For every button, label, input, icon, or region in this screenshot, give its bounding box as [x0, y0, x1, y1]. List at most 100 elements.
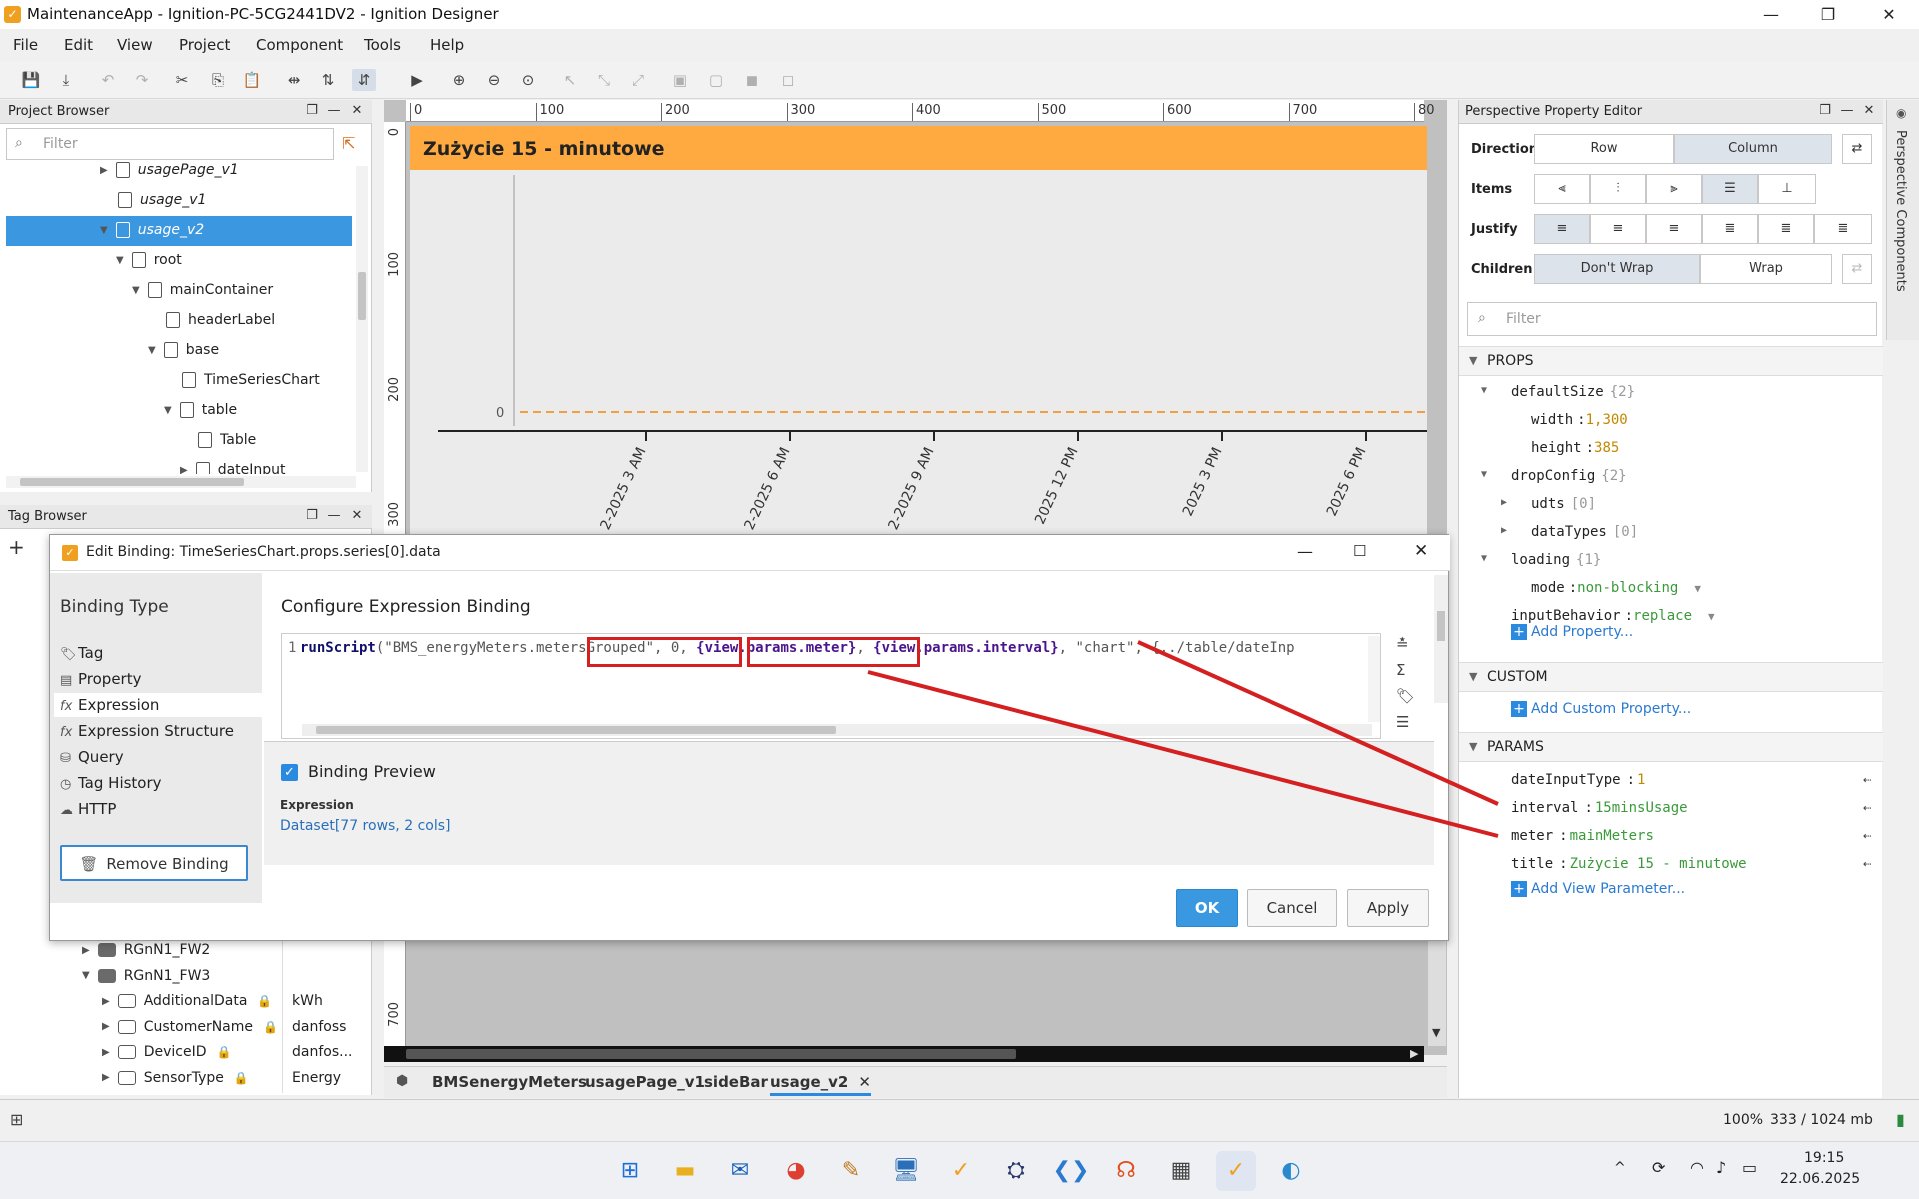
copy-icon[interactable]: ⎘	[206, 69, 230, 91]
preview-play-icon[interactable]: ▶	[405, 69, 429, 91]
canvas-vscroll[interactable]: ▼	[1428, 934, 1446, 1046]
param-binding-arrow-icon[interactable]: ⇠	[1863, 856, 1871, 872]
prop-row[interactable]: ▼loadingloading{1}	[1459, 550, 1883, 572]
minimize-panel-icon[interactable]: —	[326, 103, 342, 119]
ok-button[interactable]: OK	[1176, 889, 1238, 927]
outlook-icon[interactable]: ✉	[720, 1151, 760, 1191]
add-view-parameter-link[interactable]: + Add View Parameter...	[1511, 881, 1685, 897]
tree-row[interactable]: ▼ base	[6, 336, 352, 366]
expand-right-icon[interactable]: ▶	[1501, 497, 1507, 508]
zoom-fit-icon[interactable]: ⊙	[516, 69, 540, 91]
add-custom-property-link[interactable]: + Add Custom Property...	[1511, 701, 1691, 717]
expand-down-icon[interactable]: ▼	[100, 225, 108, 236]
param-value[interactable]: 1	[1637, 772, 1645, 788]
header-label[interactable]: Zużycie 15 - minutowe	[410, 126, 1427, 170]
time-series-chart[interactable]: 0 2-2025 3 AM 2-2025 6 AM 2-2025 9 AM 2025 1…	[410, 170, 1427, 534]
binding-type-expression-structure[interactable]: fx Expression Structure	[54, 719, 262, 743]
cut-icon[interactable]: ✂	[170, 69, 194, 91]
ignition-designer-icon[interactable]: ✓	[1216, 1151, 1256, 1191]
justify-end-icon[interactable]: ≡	[1646, 214, 1702, 244]
property-filter-input[interactable]: ⌕ Filter	[1467, 302, 1877, 336]
preview-checkbox[interactable]: ✓	[281, 764, 298, 781]
param-row[interactable]: meter: mainMeters ⇠	[1459, 826, 1883, 848]
param-value[interactable]: Zużycie 15 - minutowe	[1570, 856, 1747, 872]
clock-time[interactable]: 19:15	[1804, 1150, 1844, 1166]
tag-row[interactable]: ▶ RGnN1_FW2	[6, 939, 366, 964]
collapse-icon[interactable]: ▼	[1481, 469, 1487, 480]
tree-row[interactable]: ▼ mainContainer	[6, 276, 352, 306]
canvas-hscroll[interactable]: ▶	[384, 1046, 1424, 1062]
dialog-maximize-icon[interactable]: ☐	[1353, 542, 1366, 560]
expand-right-icon[interactable]: ▶	[180, 465, 188, 475]
undo-icon[interactable]: ↶	[96, 69, 120, 91]
custom-section-header[interactable]: ▼ CUSTOM	[1459, 662, 1883, 692]
volume-icon[interactable]: ♪	[1716, 1158, 1726, 1177]
tray-chevron-icon[interactable]: ^	[1614, 1160, 1626, 1176]
dialog-minimize-icon[interactable]: —	[1297, 542, 1313, 561]
chrome-icon[interactable]: ◕	[776, 1151, 816, 1191]
justify-center-icon[interactable]: ≡	[1590, 214, 1646, 244]
connect-icon[interactable]: ⤡	[592, 69, 616, 91]
dialog-close-icon[interactable]: ✕	[1414, 541, 1428, 561]
swap-wrap-icon[interactable]: ⇄	[1842, 254, 1872, 284]
tab-close-icon[interactable]: ✕	[858, 1073, 871, 1091]
expand-down-icon[interactable]: ▼	[82, 970, 90, 981]
minimize-panel-icon[interactable]: —	[1839, 103, 1855, 119]
remove-binding-button[interactable]: 🗑 Remove Binding	[60, 845, 248, 881]
zoom-in-icon[interactable]: ⊕	[447, 69, 471, 91]
prop-row[interactable]: ▶udtsudts[0]	[1459, 494, 1883, 516]
menu-file[interactable]: File	[13, 36, 38, 54]
items-start-icon[interactable]: ⫷	[1534, 174, 1590, 204]
preview-value[interactable]: Dataset[77 rows, 2 cols]	[280, 818, 450, 834]
functions-icon[interactable]: Σ	[1396, 661, 1405, 679]
param-binding-arrow-icon[interactable]: ⇠	[1863, 772, 1871, 788]
prop-row[interactable]: widthwidth:1,300	[1459, 410, 1883, 432]
tag-row[interactable]: ▶ SensorType 🔒 Energy	[6, 1067, 366, 1092]
binding-type-query[interactable]: ⛁ Query	[54, 745, 262, 769]
prop-row[interactable]: ▼defaultSizedefaultSize{2}	[1459, 382, 1883, 404]
menu-project[interactable]: Project	[179, 36, 230, 54]
expand-right-icon[interactable]: ▶	[100, 165, 108, 176]
binding-type-tag-history[interactable]: ◷ Tag History	[54, 771, 262, 795]
collapse-icon[interactable]: ▼	[1481, 553, 1487, 564]
dialog-vscroll[interactable]	[1434, 575, 1448, 703]
expand-right-icon[interactable]: ▶	[102, 1072, 110, 1083]
float-icon[interactable]: ❐	[304, 103, 320, 119]
tree-row[interactable]: TimeSeriesChart	[6, 366, 352, 396]
close-panel-icon[interactable]: ✕	[1861, 103, 1877, 119]
front-icon[interactable]: ◼	[740, 69, 764, 91]
param-binding-arrow-icon[interactable]: ⇠	[1863, 800, 1871, 816]
binding-type-expression[interactable]: fx Expression	[54, 693, 262, 717]
save-all-icon[interactable]: ⤓	[54, 69, 78, 91]
items-stretch-icon[interactable]: ☰	[1702, 174, 1758, 204]
param-row[interactable]: title: Zużycie 15 - minutowe ⇠	[1459, 854, 1883, 876]
float-icon[interactable]: ❐	[304, 508, 320, 524]
layout-icon[interactable]: ⇵	[352, 69, 376, 91]
prop-row[interactable]: heightheight:385	[1459, 438, 1883, 460]
distribute-icon[interactable]: ⇅	[316, 69, 340, 91]
ignition-icon[interactable]: ✓	[941, 1151, 981, 1191]
tree-row[interactable]: ▼ table	[6, 396, 352, 426]
clock-date[interactable]: 22.06.2025	[1780, 1171, 1860, 1187]
view-tab[interactable]: BMSenergyMeters	[432, 1073, 587, 1091]
expand-right-icon[interactable]: ▶	[102, 1021, 110, 1032]
props-section-header[interactable]: ▼ PROPS	[1459, 346, 1883, 376]
tag-row[interactable]: ▼ RGnN1_FW3	[6, 965, 366, 990]
dropdown-icon[interactable]: ▼	[1694, 582, 1701, 595]
param-value[interactable]: mainMeters	[1570, 828, 1654, 844]
perspective-components-tab[interactable]: ◉ Perspective Components	[1886, 100, 1919, 340]
battery-icon[interactable]: ▭	[1742, 1158, 1757, 1177]
binding-type-tag[interactable]: 🏷Tag	[54, 641, 262, 665]
binding-type-property[interactable]: ▤ Property	[54, 667, 262, 691]
restore-icon[interactable]: ❐	[1805, 0, 1851, 29]
vscode-icon[interactable]: ❮❯	[1051, 1151, 1091, 1191]
binding-type-http[interactable]: ☁ HTTP	[54, 797, 262, 821]
paste-icon[interactable]: 📋	[240, 69, 264, 91]
ignition-launcher-icon[interactable]: ◐	[1271, 1151, 1311, 1191]
computer-icon[interactable]: 🖥	[886, 1151, 926, 1191]
expand-right-icon[interactable]: ▶	[82, 945, 90, 956]
prop-row[interactable]: ▶dataTypesdataTypes[0]	[1459, 522, 1883, 544]
menu-help[interactable]: Help	[430, 36, 464, 54]
close-panel-icon[interactable]: ✕	[349, 508, 365, 524]
minimize-panel-icon[interactable]: —	[326, 508, 342, 524]
